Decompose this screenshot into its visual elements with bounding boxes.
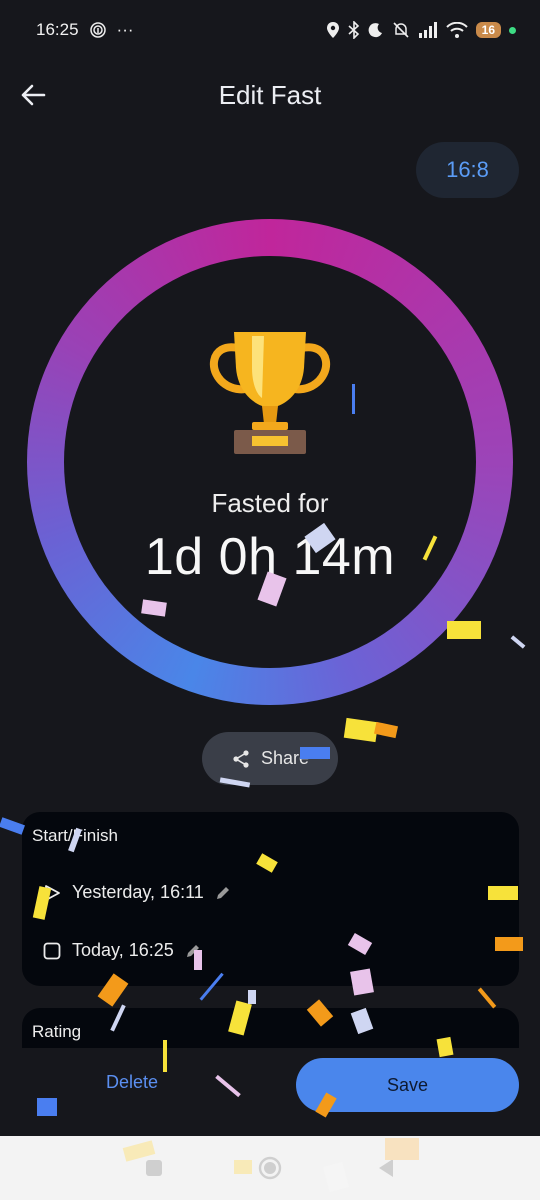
share-label: Share [260,748,310,768]
status-more: ··· [116,20,134,39]
bottom-actions: Delete Save [0,1054,540,1124]
signal-icon [418,22,437,38]
battery-indicator: 16 [475,22,501,38]
start-time-value: Yesterday, 16:11 [72,882,204,902]
start-finish-title: Start/Finish [32,826,118,845]
page-title: Edit Fast [218,80,322,110]
moon-icon [368,23,382,38]
save-button[interactable]: Save [296,1058,519,1112]
fasted-duration: 1d 0h 14m [144,528,396,586]
fasted-label: Fasted for [211,488,329,518]
location-icon [326,22,339,38]
status-bar: 16:25 ··· 16 [0,0,540,60]
finish-time-value: Today, 16:25 [72,940,174,960]
trophy-icon [209,332,331,454]
privacy-dot [509,26,516,34]
start-time-row[interactable]: Yesterday, 16:11 [42,882,232,903]
bluetooth-icon [348,21,359,39]
rating-title: Rating [32,1022,82,1041]
share-icon [233,749,249,768]
fingerprint-icon [89,22,106,38]
recents-icon[interactable] [141,1155,167,1181]
stop-icon [43,942,61,959]
back-icon[interactable] [373,1155,399,1181]
wifi-icon [445,22,468,38]
home-icon[interactable] [257,1155,283,1181]
pencil-icon[interactable] [184,942,202,960]
mute-icon [393,22,409,38]
finish-time-row[interactable]: Today, 16:25 [42,940,202,961]
plan-chip[interactable]: 16:8 [416,142,519,198]
top-app-bar: Edit Fast [0,70,540,120]
play-icon [45,884,60,901]
rating-card: Rating [22,1008,519,1048]
system-nav-bar [0,1136,540,1200]
start-finish-card: Start/Finish Yesterday, 16:11 Today, 16:… [22,812,519,986]
progress-ring: Fasted for 1d 0h 14m [27,219,513,705]
pencil-icon[interactable] [214,884,232,902]
delete-button[interactable]: Delete [88,1072,176,1102]
share-button[interactable]: Share [202,732,338,785]
status-time: 16:25 [36,20,79,39]
